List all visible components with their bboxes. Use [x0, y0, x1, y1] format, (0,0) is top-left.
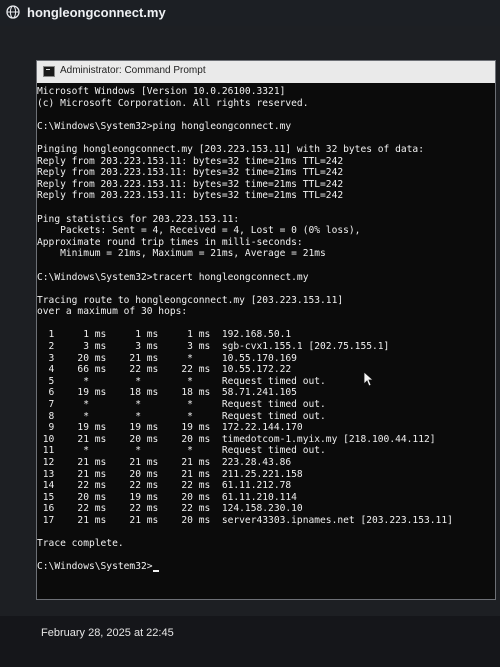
console-line: Reply from 203.223.153.11: bytes=32 time… — [37, 178, 344, 190]
console-line: 8 * * * Request timed out. — [37, 410, 326, 422]
photo-footer: February 28, 2025 at 22:45 — [0, 616, 500, 667]
globe-icon — [6, 5, 20, 19]
console-line: 14 22 ms 22 ms 22 ms 61.11.212.78 — [37, 480, 292, 492]
console-line: 1 1 ms 1 ms 1 ms 192.168.50.1 — [37, 329, 292, 341]
console-line: C:\Windows\System32>tracert hongleongcon… — [37, 271, 309, 283]
window-title: Administrator: Command Prompt — [60, 65, 206, 76]
console-line: Ping statistics for 203.223.153.11: — [37, 213, 240, 225]
console-line: 15 20 ms 19 ms 20 ms 61.11.210.114 — [37, 491, 297, 503]
console-line: (c) Microsoft Corporation. All rights re… — [37, 97, 309, 109]
console-line: 11 * * * Request timed out. — [37, 445, 326, 457]
console-line: Reply from 203.223.153.11: bytes=32 time… — [37, 190, 344, 202]
console-line: Reply from 203.223.153.11: bytes=32 time… — [37, 167, 344, 179]
text-cursor — [152, 569, 159, 572]
console-line: Approximate round trip times in milli-se… — [37, 236, 303, 248]
console-line: 3 20 ms 21 ms * 10.55.170.169 — [37, 352, 297, 364]
capture-date: February 28, 2025 at 22:45 — [41, 627, 174, 639]
console-line: 9 19 ms 19 ms 19 ms 172.22.144.170 — [37, 422, 303, 434]
command-prompt-icon — [43, 66, 55, 77]
console-line: 4 66 ms 22 ms 22 ms 10.55.172.22 — [37, 364, 292, 376]
console-line: Minimum = 21ms, Maximum = 21ms, Average … — [37, 248, 326, 260]
console-line: 2 3 ms 3 ms 3 ms sgb-cvx1.155.1 [202.75.… — [37, 341, 390, 353]
console-line: 5 * * * Request timed out. — [37, 375, 326, 387]
console-line: 7 * * * Request timed out. — [37, 399, 326, 411]
console-line: Trace complete. — [37, 538, 124, 550]
console-line: Packets: Sent = 4, Received = 4, Lost = … — [37, 225, 361, 237]
command-prompt-window[interactable]: Administrator: Command Prompt Microsoft … — [36, 60, 496, 600]
console-line: C:\Windows\System32>ping hongleongconnec… — [37, 120, 292, 132]
console-line: 10 21 ms 20 ms 20 ms timedotcom-1.myix.m… — [37, 433, 436, 445]
console-line: 16 22 ms 22 ms 22 ms 124.158.230.10 — [37, 503, 303, 515]
console-line: Tracing route to hongleongconnect.my [20… — [37, 294, 344, 306]
console-line: 6 19 ms 18 ms 18 ms 58.71.241.105 — [37, 387, 297, 399]
console-line: Pinging hongleongconnect.my [203.223.153… — [37, 143, 424, 155]
console-line: Microsoft Windows [Version 10.0.26100.33… — [37, 86, 286, 97]
console-line: 13 21 ms 20 ms 21 ms 211.25.221.158 — [37, 468, 303, 480]
mouse-cursor-icon — [363, 371, 375, 387]
console-output[interactable]: Microsoft Windows [Version 10.0.26100.33… — [37, 83, 495, 599]
browser-bar: hongleongconnect.my — [0, 0, 500, 26]
page-url[interactable]: hongleongconnect.my — [27, 5, 166, 20]
console-line: C:\Windows\System32> — [37, 561, 495, 573]
console-line: 17 21 ms 21 ms 20 ms server43303.ipnames… — [37, 514, 453, 526]
console-line: 12 21 ms 21 ms 21 ms 223.28.43.86 — [37, 457, 292, 468]
console-line: Reply from 203.223.153.11: bytes=32 time… — [37, 155, 344, 167]
console-line: over a maximum of 30 hops: — [37, 306, 188, 318]
window-titlebar[interactable]: Administrator: Command Prompt — [37, 61, 495, 83]
